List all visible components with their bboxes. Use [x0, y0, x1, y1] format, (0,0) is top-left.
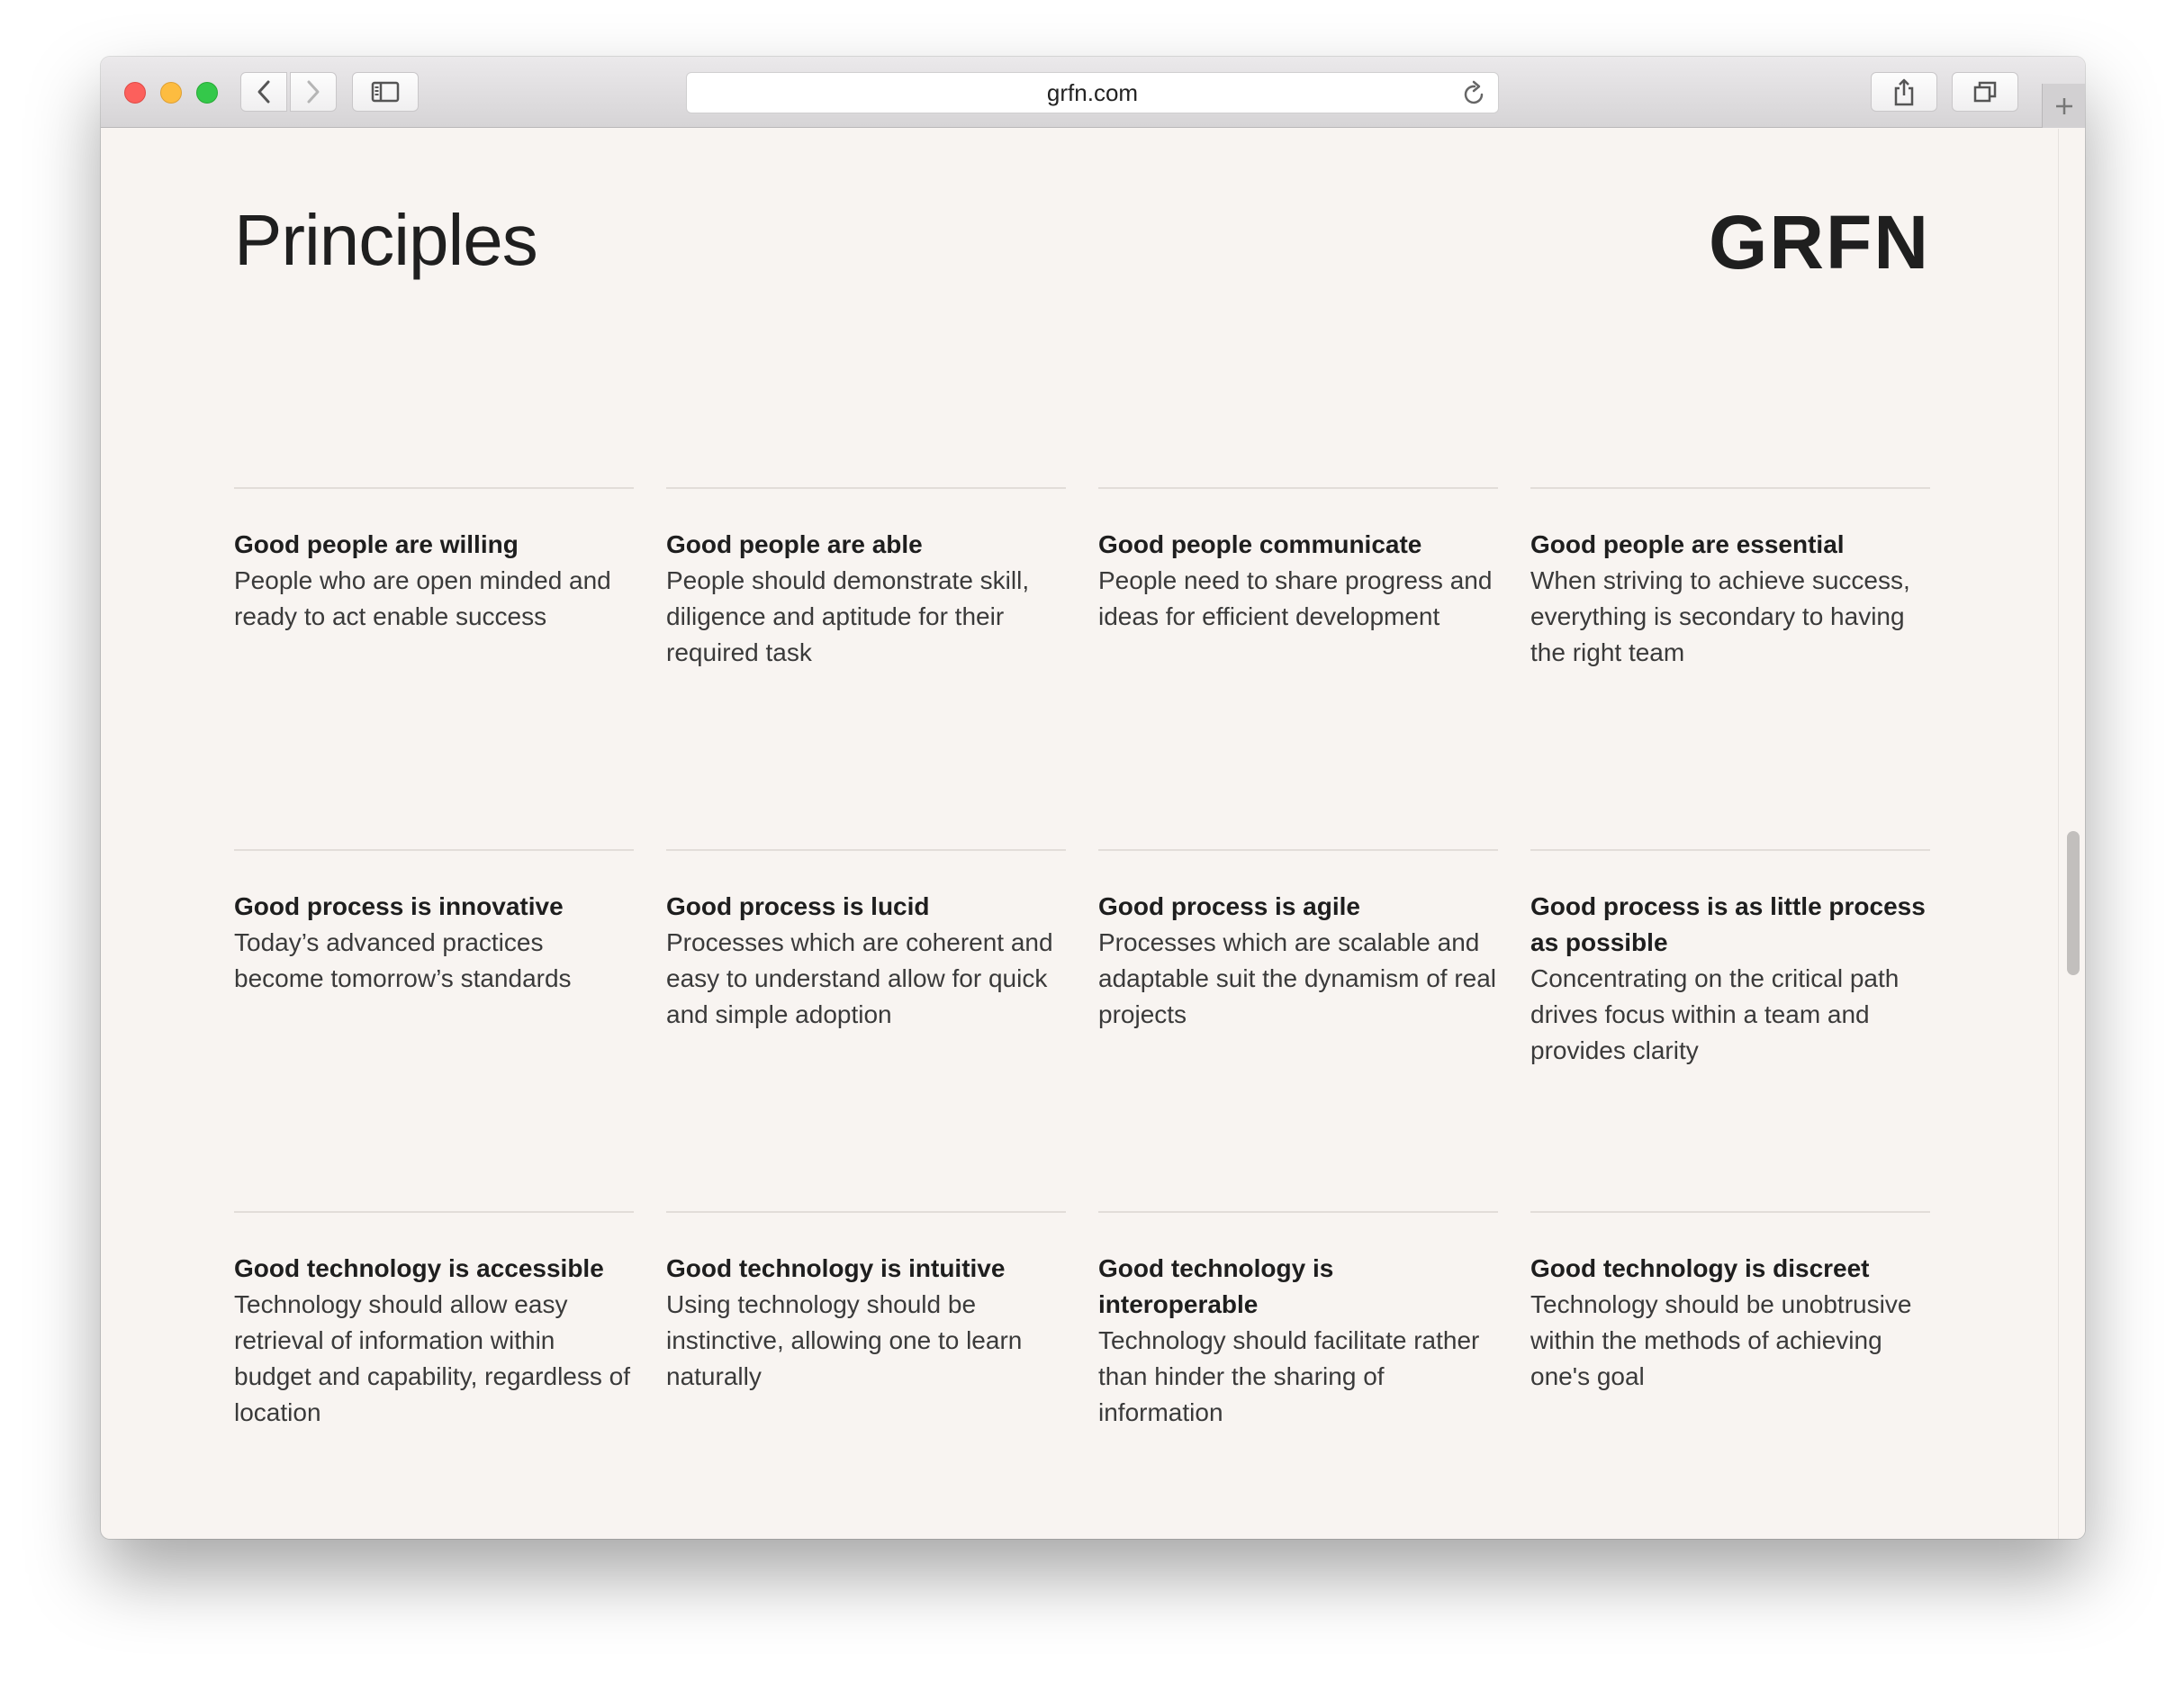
- plus-icon: [2055, 97, 2072, 114]
- show-tabs-button[interactable]: [1952, 72, 2018, 112]
- url-text: grfn.com: [1046, 78, 1139, 106]
- principle-title: Good technology is accessible: [234, 1254, 604, 1282]
- principle-card: Good people are able People should demon…: [666, 487, 1066, 849]
- principle-description: Today’s advanced practices become tomorr…: [234, 928, 572, 992]
- principle-card: Good technology is accessible Technology…: [234, 1211, 634, 1539]
- page-content: Principles GRFN Good people are willing …: [101, 129, 2058, 1539]
- principle-description: People should demonstrate skill, diligen…: [666, 566, 1030, 666]
- scrollbar-thumb[interactable]: [2067, 831, 2080, 975]
- new-tab-button[interactable]: [2042, 84, 2085, 128]
- principle-description: People who are open minded and ready to …: [234, 566, 611, 630]
- chevron-right-icon: [307, 80, 320, 104]
- principle-title: Good technology is interoperable: [1098, 1254, 1334, 1318]
- close-window-button[interactable]: [124, 82, 146, 104]
- principle-card: Good technology is interoperable Technol…: [1098, 1211, 1498, 1539]
- principle-card: Good people are willing People who are o…: [234, 487, 634, 849]
- principle-card: Good process is innovative Today’s advan…: [234, 849, 634, 1211]
- principle-card: Good people communicate People need to s…: [1098, 487, 1498, 849]
- page-title: Principles: [234, 200, 538, 280]
- principle-description: Using technology should be instinctive, …: [666, 1290, 1023, 1390]
- principle-description: Technology should allow easy retrieval o…: [234, 1290, 630, 1426]
- back-button[interactable]: [240, 72, 287, 112]
- sidebar-icon: [371, 81, 400, 103]
- principle-description: Technology should facilitate rather than…: [1098, 1326, 1480, 1426]
- principle-card: Good technology is intuitive Using techn…: [666, 1211, 1066, 1539]
- principle-card: Good process is as little process as pos…: [1530, 849, 1930, 1211]
- chevron-left-icon: [257, 80, 270, 104]
- principle-card: Good process is agile Processes which ar…: [1098, 849, 1498, 1211]
- principle-title: Good people communicate: [1098, 530, 1422, 558]
- vertical-scrollbar[interactable]: [2058, 129, 2085, 1539]
- share-button[interactable]: [1871, 72, 1937, 112]
- address-bar[interactable]: grfn.com: [686, 72, 1499, 113]
- tabs-icon: [1973, 81, 1997, 103]
- browser-toolbar: grfn.com: [101, 57, 2085, 128]
- principle-card: Good technology is discreet Technology s…: [1530, 1211, 1930, 1539]
- principle-title: Good people are willing: [234, 530, 519, 558]
- minimize-window-button[interactable]: [160, 82, 182, 104]
- principle-title: Good process is lucid: [666, 892, 930, 920]
- principle-card: Good people are essential When striving …: [1530, 487, 1930, 849]
- principle-description: When striving to achieve success, everyt…: [1530, 566, 1910, 666]
- principle-title: Good people are essential: [1530, 530, 1845, 558]
- principle-title: Good process is as little process as pos…: [1530, 892, 1926, 956]
- principle-description: Technology should be unobtrusive within …: [1530, 1290, 1912, 1390]
- principle-title: Good technology is intuitive: [666, 1254, 1006, 1282]
- forward-button[interactable]: [290, 72, 337, 112]
- principle-title: Good process is innovative: [234, 892, 564, 920]
- browser-window: grfn.com Principles GRFN Good people are…: [101, 57, 2085, 1539]
- zoom-window-button[interactable]: [196, 82, 218, 104]
- principles-grid: Good people are willing People who are o…: [234, 487, 1930, 1539]
- principle-title: Good technology is discreet: [1530, 1254, 1870, 1282]
- principle-title: Good people are able: [666, 530, 923, 558]
- principle-description: Processes which are coherent and easy to…: [666, 928, 1053, 1028]
- principle-card: Good process is lucid Processes which ar…: [666, 849, 1066, 1211]
- principle-description: Concentrating on the critical path drive…: [1530, 964, 1900, 1064]
- share-icon: [1894, 78, 1914, 106]
- sidebar-toggle-button[interactable]: [352, 72, 419, 112]
- principle-description: Processes which are scalable and adaptab…: [1098, 928, 1497, 1028]
- principle-description: People need to share progress and ideas …: [1098, 566, 1493, 630]
- reload-icon[interactable]: [1462, 80, 1487, 107]
- principle-title: Good process is agile: [1098, 892, 1360, 920]
- grfn-logo[interactable]: GRFN: [1709, 199, 1930, 286]
